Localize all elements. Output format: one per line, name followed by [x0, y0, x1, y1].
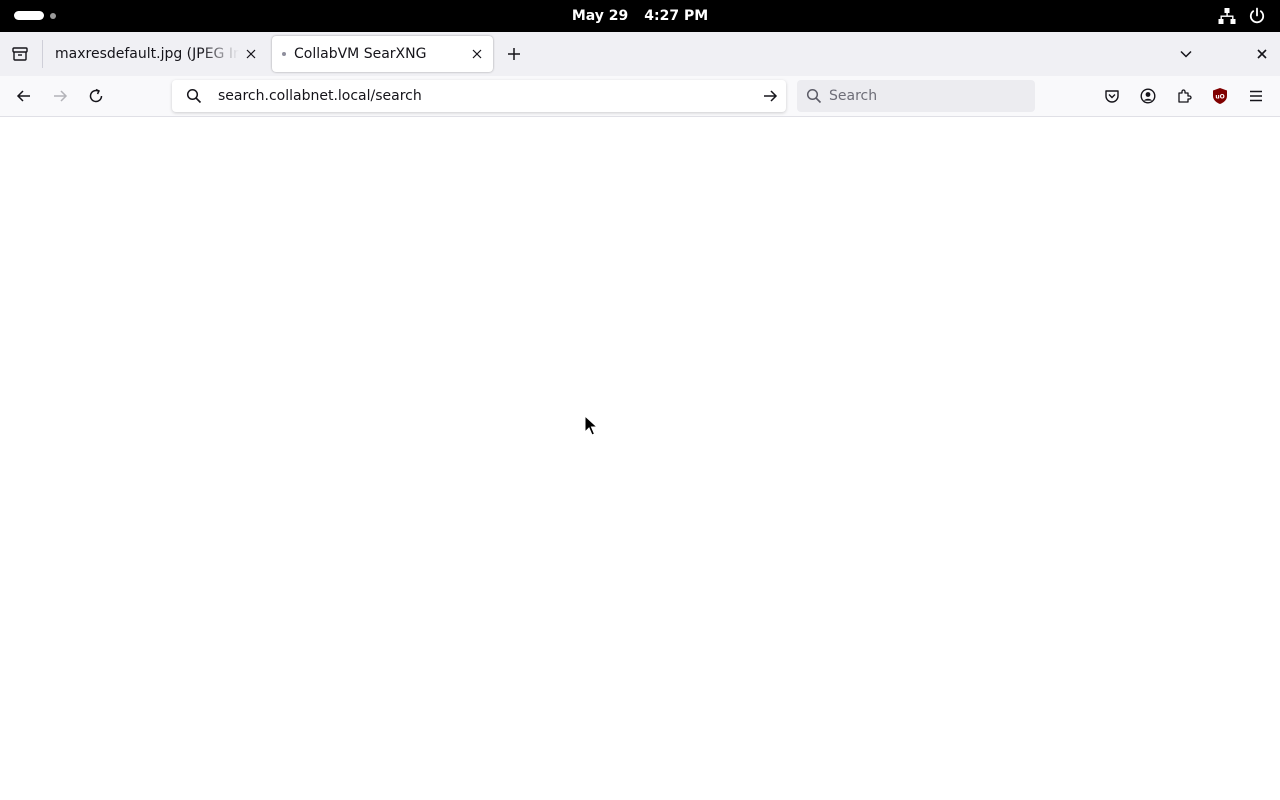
clock-date[interactable]: May 29 [572, 8, 628, 24]
new-tab-icon[interactable] [502, 42, 526, 66]
back-arrow-icon[interactable] [12, 84, 36, 108]
tab-title[interactable]: CollabVM SearXNG [286, 46, 465, 62]
power-icon[interactable] [1248, 7, 1266, 25]
close-window-icon[interactable] [1250, 42, 1274, 66]
search-icon [184, 86, 204, 106]
pocket-icon[interactable] [1100, 84, 1124, 108]
go-arrow-icon[interactable] [758, 84, 782, 108]
tab-list-icon[interactable] [8, 42, 32, 66]
url-text[interactable]: search.collabnet.local/search [218, 88, 758, 104]
close-tab-icon[interactable] [465, 42, 489, 66]
extensions-icon[interactable] [1172, 84, 1196, 108]
navigation-toolbar: search.collabnet.local/search Search uO [0, 76, 1280, 117]
tab-collabvm-searxng[interactable]: CollabVM SearXNG [272, 36, 493, 72]
system-top-bar: May 29 4:27 PM [0, 0, 1280, 32]
app-menu-icon[interactable] [1244, 84, 1268, 108]
activities-indicator[interactable] [14, 11, 56, 20]
search-icon [805, 87, 823, 105]
workspace-active-pill [14, 11, 44, 20]
page-content-area[interactable] [0, 117, 1280, 800]
account-icon[interactable] [1136, 84, 1160, 108]
tab-title[interactable]: maxresdefault.jpg (JPEG Image, 1280 × 72… [47, 46, 239, 62]
workspace-dot [50, 12, 56, 19]
tab-separator [42, 40, 43, 68]
svg-text:uO: uO [1215, 94, 1224, 101]
web-search-bar[interactable] [797, 80, 1035, 112]
clock[interactable]: May 29 4:27 PM [0, 0, 1280, 32]
toolbar-actions: uO [1100, 84, 1268, 108]
network-icon[interactable] [1218, 7, 1236, 25]
close-tab-icon[interactable] [239, 42, 263, 66]
url-bar[interactable]: search.collabnet.local/search [172, 80, 786, 112]
mouse-cursor-icon [584, 415, 598, 436]
ublock-origin-icon[interactable]: uO [1208, 84, 1232, 108]
web-search-input[interactable] [827, 87, 1027, 105]
forward-arrow-icon[interactable] [48, 84, 72, 108]
list-all-tabs-icon[interactable] [1174, 42, 1198, 66]
clock-time[interactable]: 4:27 PM [644, 8, 708, 24]
tab-maxresdefault[interactable]: maxresdefault.jpg (JPEG Image, 1280 × 72… [47, 36, 267, 72]
reload-icon[interactable] [84, 84, 108, 108]
system-tray[interactable] [1218, 7, 1266, 25]
tab-bar: maxresdefault.jpg (JPEG Image, 1280 × 72… [0, 32, 1280, 76]
